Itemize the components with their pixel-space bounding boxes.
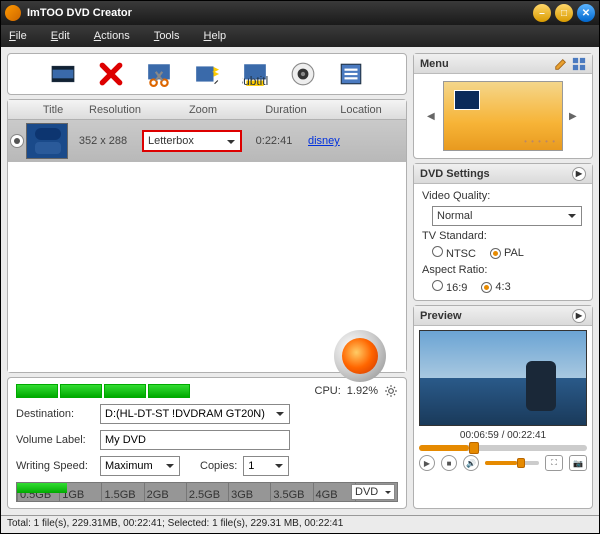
play-button[interactable]: ▶ [419,455,435,471]
close-button[interactable]: ✕ [577,4,595,22]
prev-template-button[interactable]: ◀ [427,111,437,122]
fullscreen-button[interactable]: ⛶ [545,455,563,471]
app-icon [5,5,21,21]
minimize-button[interactable]: – [533,4,551,22]
list-header: Title Resolution Zoom Duration Location [8,100,406,120]
ntsc-radio[interactable]: NTSC [432,246,476,260]
tv-standard-label: TV Standard: [422,230,584,242]
file-list: Title Resolution Zoom Duration Location … [7,99,407,373]
video-thumbnail [26,123,68,159]
video-quality-label: Video Quality: [422,190,584,202]
cell-duration: 0:22:41 [244,135,304,147]
bottom-panel: CPU:1.92% Destination: D:(HL-DT-ST !DVDR… [7,377,407,509]
volume-label-input[interactable]: My DVD [100,430,290,450]
subtitle-button[interactable]: Subtitle [238,59,272,89]
stop-button[interactable]: ■ [441,455,457,471]
col-zoom[interactable]: Zoom [150,104,256,116]
bar-seg [60,384,102,398]
bar-seg [104,384,146,398]
capacity-bars: CPU:1.92% [16,384,398,398]
toolbar: Subtitle [7,53,407,95]
add-video-button[interactable] [46,59,80,89]
settings-icon[interactable] [384,384,398,398]
preview-video[interactable] [419,330,587,426]
clip-button[interactable] [142,59,176,89]
expand-preview-icon[interactable]: ▶ [572,309,586,323]
expand-settings-icon[interactable]: ▶ [572,167,586,181]
body: Subtitle Title Resolution Zoom Duration … [1,47,599,515]
preview-header: Preview ▶ [414,306,592,326]
pal-radio[interactable]: PAL [490,247,524,259]
svg-text:Subtitle: Subtitle [242,74,268,87]
menu-file[interactable]: File [9,30,27,42]
edit-menu-icon[interactable] [554,57,568,71]
menu-edit[interactable]: Edit [51,30,70,42]
ruler-fill [17,483,67,493]
effects-button[interactable] [190,59,224,89]
table-row[interactable]: 352 x 288 Letterbox 0:22:41 disney [8,120,406,162]
col-title[interactable]: Title [26,104,80,116]
aspect-ratio-label: Aspect Ratio: [422,264,584,276]
ar-169-radio[interactable]: 16:9 [432,280,467,294]
app-window: ImTOO DVD Creator – □ ✕ File Edit Action… [0,0,600,534]
cell-resolution: 352 x 288 [68,135,138,147]
bar-seg [16,384,58,398]
cpu-usage: CPU:1.92% [315,384,398,398]
remove-button[interactable] [94,59,128,89]
dvd-settings-panel: DVD Settings ▶ Video Quality: Normal TV … [413,163,593,301]
template-icon[interactable] [572,57,586,71]
copies-select[interactable]: 1 [243,456,289,476]
menu-actions[interactable]: Actions [94,30,130,42]
next-template-button[interactable]: ▶ [569,111,579,122]
volume-label-label: Volume Label: [16,434,94,446]
video-quality-select[interactable]: Normal [432,206,582,226]
col-resolution[interactable]: Resolution [80,104,150,116]
preview-time: 00:06:59 / 00:22:41 [460,430,546,441]
menu-panel: Menu ◀ ▶ [413,53,593,159]
menu-preview: ◀ ▶ [414,74,592,158]
bar-seg [148,384,190,398]
ar-43-radio[interactable]: 4:3 [481,281,510,293]
cell-zoom: Letterbox [138,130,244,152]
menubar: File Edit Actions Tools Help [1,25,599,47]
media-type-select[interactable]: DVD [351,484,395,500]
writing-speed-label: Writing Speed: [16,460,94,472]
destination-select[interactable]: D:(HL-DT-ST !DVDRAM GT20N) [100,404,290,424]
seek-slider[interactable] [419,445,587,451]
window-title: ImTOO DVD Creator [27,7,529,19]
volume-slider[interactable] [485,461,539,465]
row-select-icon[interactable] [10,134,24,148]
zoom-select[interactable]: Letterbox [142,130,242,152]
maximize-button[interactable]: □ [555,4,573,22]
right-pane: Menu ◀ ▶ DVD Settings ▶ [413,53,593,509]
chapter-button[interactable] [334,59,368,89]
volume-icon[interactable]: 🔊 [463,455,479,471]
cell-location[interactable]: disney [304,135,344,147]
audio-button[interactable] [286,59,320,89]
size-ruler: 0.5GB 1GB 1.5GB 2GB 2.5GB 3GB 3.5GB 4GB … [16,482,398,502]
snapshot-button[interactable]: 📷 [569,455,587,471]
status-bar: Total: 1 file(s), 229.31MB, 00:22:41; Se… [1,515,599,533]
menu-thumbnail[interactable] [443,81,563,151]
writing-speed-select[interactable]: Maximum [100,456,180,476]
col-location[interactable]: Location [316,104,406,116]
left-pane: Subtitle Title Resolution Zoom Duration … [7,53,407,509]
menu-header: Menu [414,54,592,74]
titlebar: ImTOO DVD Creator – □ ✕ [1,1,599,25]
copies-label: Copies: [200,460,237,472]
col-duration[interactable]: Duration [256,104,316,116]
menu-tools[interactable]: Tools [154,30,180,42]
preview-panel: Preview ▶ 00:06:59 / 00:22:41 ▶ ■ 🔊 ⛶ [413,305,593,509]
destination-label: Destination: [16,408,94,420]
burn-button[interactable] [334,330,386,382]
settings-header: DVD Settings ▶ [414,164,592,184]
menu-help[interactable]: Help [204,30,227,42]
